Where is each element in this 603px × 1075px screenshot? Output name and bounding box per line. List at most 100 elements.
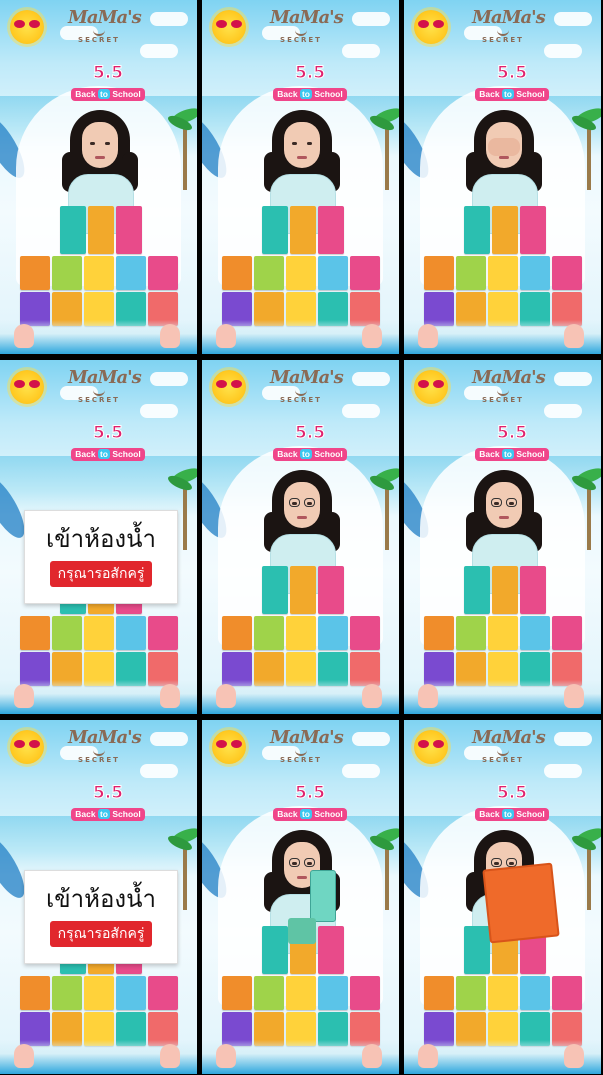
promo-school: School xyxy=(112,89,141,99)
product-box xyxy=(286,976,316,1010)
product-box xyxy=(520,616,550,650)
product-box xyxy=(520,566,546,614)
face xyxy=(486,482,522,528)
promo-number: 5.5 xyxy=(496,63,528,83)
cartoon-kid xyxy=(564,684,584,708)
product-box xyxy=(116,206,142,254)
logo-text: MaMa's xyxy=(270,367,344,388)
cloud xyxy=(342,764,380,778)
promo-number: 5.5 xyxy=(92,63,124,83)
product-box xyxy=(488,976,518,1010)
sunglasses-icon xyxy=(418,380,444,388)
product-box xyxy=(290,566,316,614)
promo-to: to xyxy=(501,449,514,459)
cartoon-kid xyxy=(362,324,382,348)
cloud xyxy=(352,372,390,386)
logo-subtext: SECRET xyxy=(482,756,524,764)
promo-badge: 5.5 Back to School xyxy=(470,784,554,821)
product-box xyxy=(222,256,252,290)
video-frame: MaMa's SECRET 5.5 Back to School xyxy=(202,360,399,714)
product-display xyxy=(18,206,182,326)
eyeglasses-icon xyxy=(289,498,315,507)
sun-mascot-icon xyxy=(414,370,448,404)
logo-text: MaMa's xyxy=(472,7,546,28)
promo-to: to xyxy=(299,449,312,459)
product-display xyxy=(220,566,384,686)
product-box xyxy=(148,976,178,1010)
product-box xyxy=(262,926,288,974)
logo-subtext: SECRET xyxy=(78,756,120,764)
video-frame: MaMa's SECRET 5.5 Back to School xyxy=(202,720,399,1074)
promo-back: Back xyxy=(479,89,500,99)
product-display xyxy=(220,926,384,1046)
product-box xyxy=(52,616,82,650)
product-box xyxy=(318,206,344,254)
promo-back: Back xyxy=(277,809,298,819)
product-box xyxy=(318,256,348,290)
logo-subtext: SECRET xyxy=(78,36,120,44)
brand-logo: MaMa's SECRET xyxy=(472,7,546,45)
logo-text: MaMa's xyxy=(270,7,344,28)
sunglasses-icon xyxy=(216,20,242,28)
product-box xyxy=(286,616,316,650)
cloud xyxy=(342,44,380,58)
promo-school: School xyxy=(112,449,141,459)
product-box xyxy=(116,256,146,290)
product-box xyxy=(116,616,146,650)
promo-back: Back xyxy=(75,89,96,99)
sunglasses-icon xyxy=(14,380,40,388)
product-box xyxy=(286,256,316,290)
held-pouch xyxy=(288,918,316,944)
promo-school: School xyxy=(516,809,545,819)
logo-text: MaMa's xyxy=(270,727,344,748)
product-box xyxy=(290,206,316,254)
cartoon-kid xyxy=(216,324,236,348)
cartoon-kid xyxy=(362,684,382,708)
promo-school: School xyxy=(314,809,343,819)
sunglasses-icon xyxy=(418,20,444,28)
cloud xyxy=(554,732,592,746)
palm-trunk xyxy=(587,840,591,910)
cloud xyxy=(352,12,390,26)
video-frame-grid: MaMa's SECRET 5.5 Back to School MaMa's SECRE… xyxy=(0,0,603,1075)
promo-badge: 5.5 Back to School xyxy=(66,63,150,101)
cloud xyxy=(544,44,582,58)
logo-smile xyxy=(93,388,105,396)
product-box xyxy=(254,616,284,650)
mouth xyxy=(297,516,307,519)
logo-smile xyxy=(497,748,509,756)
promo-back: Back xyxy=(277,449,298,459)
video-frame: MaMa's SECRET 5.5 Back to School xyxy=(202,0,399,354)
product-box xyxy=(20,256,50,290)
notice-main-text: เข้าห้องน้ำ xyxy=(46,525,156,553)
promo-back: Back xyxy=(75,449,96,459)
face xyxy=(82,122,118,168)
promo-badge: 5.5 Back to School xyxy=(470,424,554,461)
cloud xyxy=(352,732,390,746)
cloud xyxy=(150,732,188,746)
sun-mascot-icon xyxy=(212,370,246,404)
product-box xyxy=(254,256,284,290)
promo-badge: 5.5 Back to School xyxy=(268,64,352,101)
promo-school: School xyxy=(314,89,343,99)
product-box xyxy=(520,976,550,1010)
cloud xyxy=(544,764,582,778)
brand-logo: MaMa's SECRET xyxy=(68,728,142,765)
product-box xyxy=(148,256,178,290)
sea-background xyxy=(0,816,197,876)
sunglasses-icon xyxy=(418,740,444,748)
product-box xyxy=(52,976,82,1010)
promo-tagline: Back to School xyxy=(71,448,145,461)
product-box xyxy=(488,256,518,290)
mouth xyxy=(499,156,509,159)
product-box xyxy=(456,976,486,1010)
product-box xyxy=(520,206,546,254)
promo-tagline: Back to School xyxy=(71,88,145,101)
product-box xyxy=(350,256,380,290)
cartoon-kid xyxy=(418,684,438,708)
promo-badge: 5.5 Back to School xyxy=(268,784,352,821)
video-frame: MaMa's SECRET 5.5 Back to School xyxy=(404,360,601,714)
video-frame: MaMa's SECRET 5.5 Back to School xyxy=(404,720,601,1074)
eye-left xyxy=(90,142,95,145)
product-display xyxy=(422,206,586,326)
